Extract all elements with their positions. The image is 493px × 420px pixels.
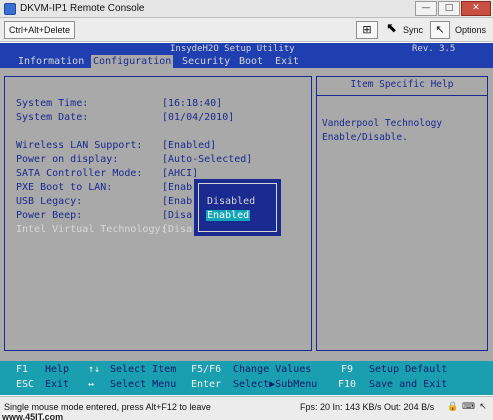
- fit-screen-icon[interactable]: ⊞: [356, 21, 378, 39]
- menu-exit[interactable]: Exit: [273, 55, 301, 68]
- lock-icon: 🔒: [447, 402, 459, 412]
- setting-label: System Time:: [16, 98, 89, 109]
- keyboard-icon: ⌨: [462, 402, 475, 412]
- setting-label: Intel Virtual Technology:: [16, 224, 167, 235]
- mouse-icon: ↖: [479, 402, 487, 412]
- key-f10-text: Save and Exit: [369, 379, 448, 390]
- option-popup-frame: Disabled Enabled: [198, 183, 277, 232]
- help-divider: [317, 95, 487, 96]
- setting-value[interactable]: [Disa: [162, 210, 192, 221]
- status-throughput: Fps: 20 In: 143 KB/s Out: 204 B/s: [300, 402, 435, 412]
- key-f1: F1: [16, 364, 29, 375]
- bios-key-legend: F1 Help ↑↓ Select Item F5/F6 Change Valu…: [0, 361, 493, 395]
- key-f5f6: F5/F6: [191, 364, 222, 375]
- key-updown-text: Select Item: [110, 364, 177, 375]
- setting-value[interactable]: [01/04/2010]: [162, 112, 234, 123]
- setting-label: System Date:: [16, 112, 89, 123]
- key-leftright: ↔: [88, 379, 95, 390]
- setting-label: USB Legacy:: [16, 196, 83, 207]
- key-f1-text: Help: [45, 364, 70, 375]
- window-title: DKVM-IP1 Remote Console: [20, 3, 145, 14]
- key-f9-text: Setup Default: [369, 364, 448, 375]
- key-enter-text: Select▶SubMenu: [233, 379, 318, 390]
- bios-screen[interactable]: InsydeH2O Setup Utility Rev. 3.5 Informa…: [0, 43, 493, 395]
- key-enter: Enter: [191, 379, 222, 390]
- popup-option-disabled[interactable]: Disabled: [206, 196, 256, 207]
- help-panel: Item Specific Help Vanderpool Technology…: [316, 76, 488, 351]
- popup-option-enabled[interactable]: Enabled: [206, 210, 251, 221]
- key-esc: ESC: [16, 379, 35, 390]
- setting-value[interactable]: [16:18:40]: [162, 98, 222, 109]
- menu-information[interactable]: Information: [16, 55, 86, 68]
- menu-security[interactable]: Security: [180, 55, 232, 68]
- utility-title: InsydeH2O Setup Utility: [170, 44, 295, 54]
- status-message: Single mouse mode entered, press Alt+F12…: [4, 402, 211, 412]
- window-controls: — □ ✕: [415, 1, 491, 16]
- minimize-button[interactable]: —: [415, 1, 437, 16]
- key-updown: ↑↓: [88, 364, 101, 375]
- window-titlebar: DKVM-IP1 Remote Console — □ ✕: [0, 0, 493, 18]
- setting-label: Wireless LAN Support:: [16, 140, 143, 151]
- setting-value[interactable]: [Enab: [162, 182, 192, 193]
- setting-label: Power Beep:: [16, 210, 83, 221]
- ctrl-alt-delete-button[interactable]: Ctrl+Alt+Delete: [4, 21, 76, 39]
- help-title: Item Specific Help: [350, 79, 454, 90]
- setting-label: PXE Boot to LAN:: [16, 182, 113, 193]
- menu-configuration[interactable]: Configuration: [91, 55, 174, 68]
- bios-header: InsydeH2O Setup Utility Rev. 3.5: [0, 43, 493, 55]
- options-button[interactable]: Options: [455, 21, 486, 39]
- setting-value[interactable]: [AHCI]: [162, 168, 198, 179]
- key-f10: F10: [338, 379, 357, 390]
- maximize-button[interactable]: □: [438, 1, 460, 16]
- setting-value[interactable]: [Enab: [162, 196, 192, 207]
- setting-value[interactable]: [Auto-Selected]: [162, 154, 252, 165]
- console-toolbar: Ctrl+Alt+Delete ⊞ Sync ↖ Options: [0, 18, 493, 42]
- option-popup: Disabled Enabled: [194, 179, 281, 236]
- bios-revision: Rev. 3.5: [412, 44, 456, 54]
- key-f5f6-text: Change Values: [233, 364, 312, 375]
- setting-value[interactable]: [Disa: [162, 224, 192, 235]
- console-statusbar: Single mouse mode entered, press Alt+F12…: [0, 396, 493, 420]
- mouse-cursor-icon: ⬉: [386, 21, 397, 36]
- menu-boot[interactable]: Boot: [237, 55, 265, 68]
- status-icons: 🔒 ⌨ ↖: [447, 401, 489, 413]
- bios-menubar: Information Configuration Security Boot …: [0, 55, 493, 68]
- pointer-mode-icon[interactable]: ↖: [430, 21, 450, 39]
- setting-value[interactable]: [Enabled]: [162, 140, 216, 151]
- key-f9: F9: [341, 364, 354, 375]
- key-leftright-text: Select Menu: [110, 379, 177, 390]
- app-icon: [4, 2, 16, 15]
- setting-label: Power on display:: [16, 154, 119, 165]
- close-button[interactable]: ✕: [461, 1, 491, 16]
- watermark: www.45IT.com: [2, 412, 64, 420]
- sync-button[interactable]: Sync: [403, 21, 423, 39]
- key-esc-text: Exit: [45, 379, 70, 390]
- help-text: Vanderpool Technology Enable/Disable.: [322, 118, 443, 143]
- setting-label: SATA Controller Mode:: [16, 168, 143, 179]
